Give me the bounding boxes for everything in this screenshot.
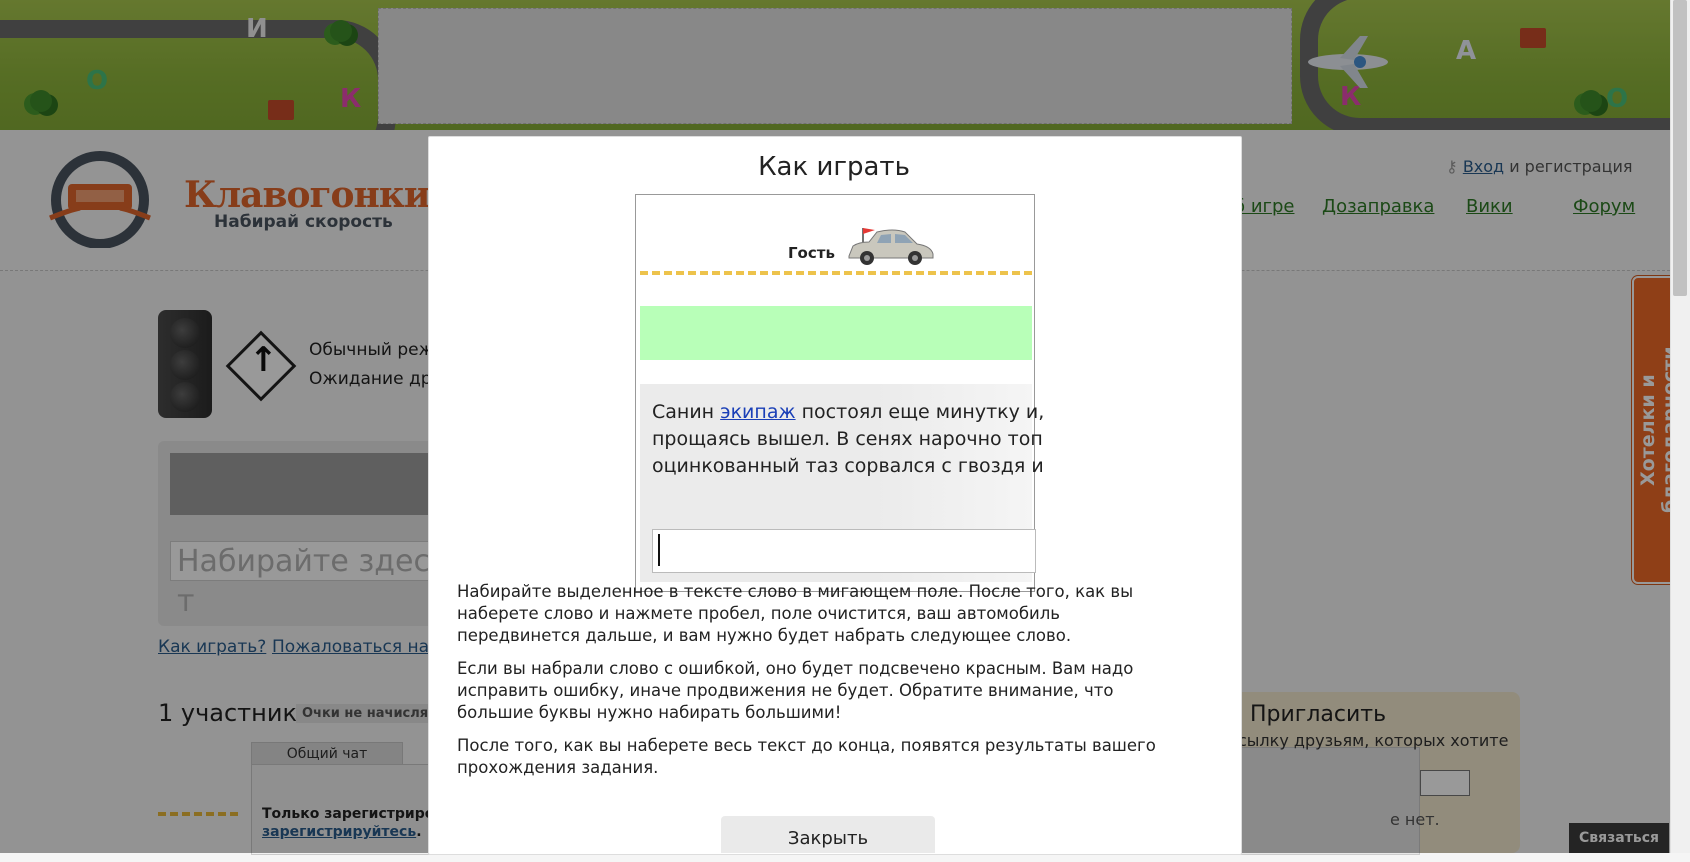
demo-text-line: Санин экипаж постоял еще минутку и, (652, 399, 1044, 426)
instruction-paragraph: Набирайте выделенное в тексте слово в ми… (457, 582, 1134, 645)
demo-text-segment: постоял еще минутку и, (795, 401, 1045, 423)
instruction-paragraph: Если вы набрали слово с ошибкой, оно буд… (457, 659, 1134, 722)
close-button[interactable]: Закрыть (721, 816, 935, 853)
demo-input (652, 529, 1036, 573)
demo-text-segment: Санин (652, 401, 721, 423)
demo-player-name: Гость (788, 244, 835, 262)
modal-title: Как играть (758, 152, 910, 182)
demo-text: Санин экипаж постоял еще минутку и, прощ… (652, 399, 1044, 480)
text-caret (658, 534, 660, 566)
car-icon (848, 228, 934, 265)
instruction-paragraph: После того, как вы наберете весь текст д… (457, 736, 1156, 777)
highlighted-word: экипаж (720, 401, 796, 423)
demo-track-line (640, 271, 1032, 275)
demo-text-line: оцинкованный таз сорвался с гвоздя и (652, 455, 1044, 477)
demo-progress-area (640, 306, 1032, 360)
demo-text-line: прощаясь вышел. В сенях нарочно топ (652, 428, 1043, 450)
scrollbar-thumb[interactable] (1673, 0, 1687, 296)
